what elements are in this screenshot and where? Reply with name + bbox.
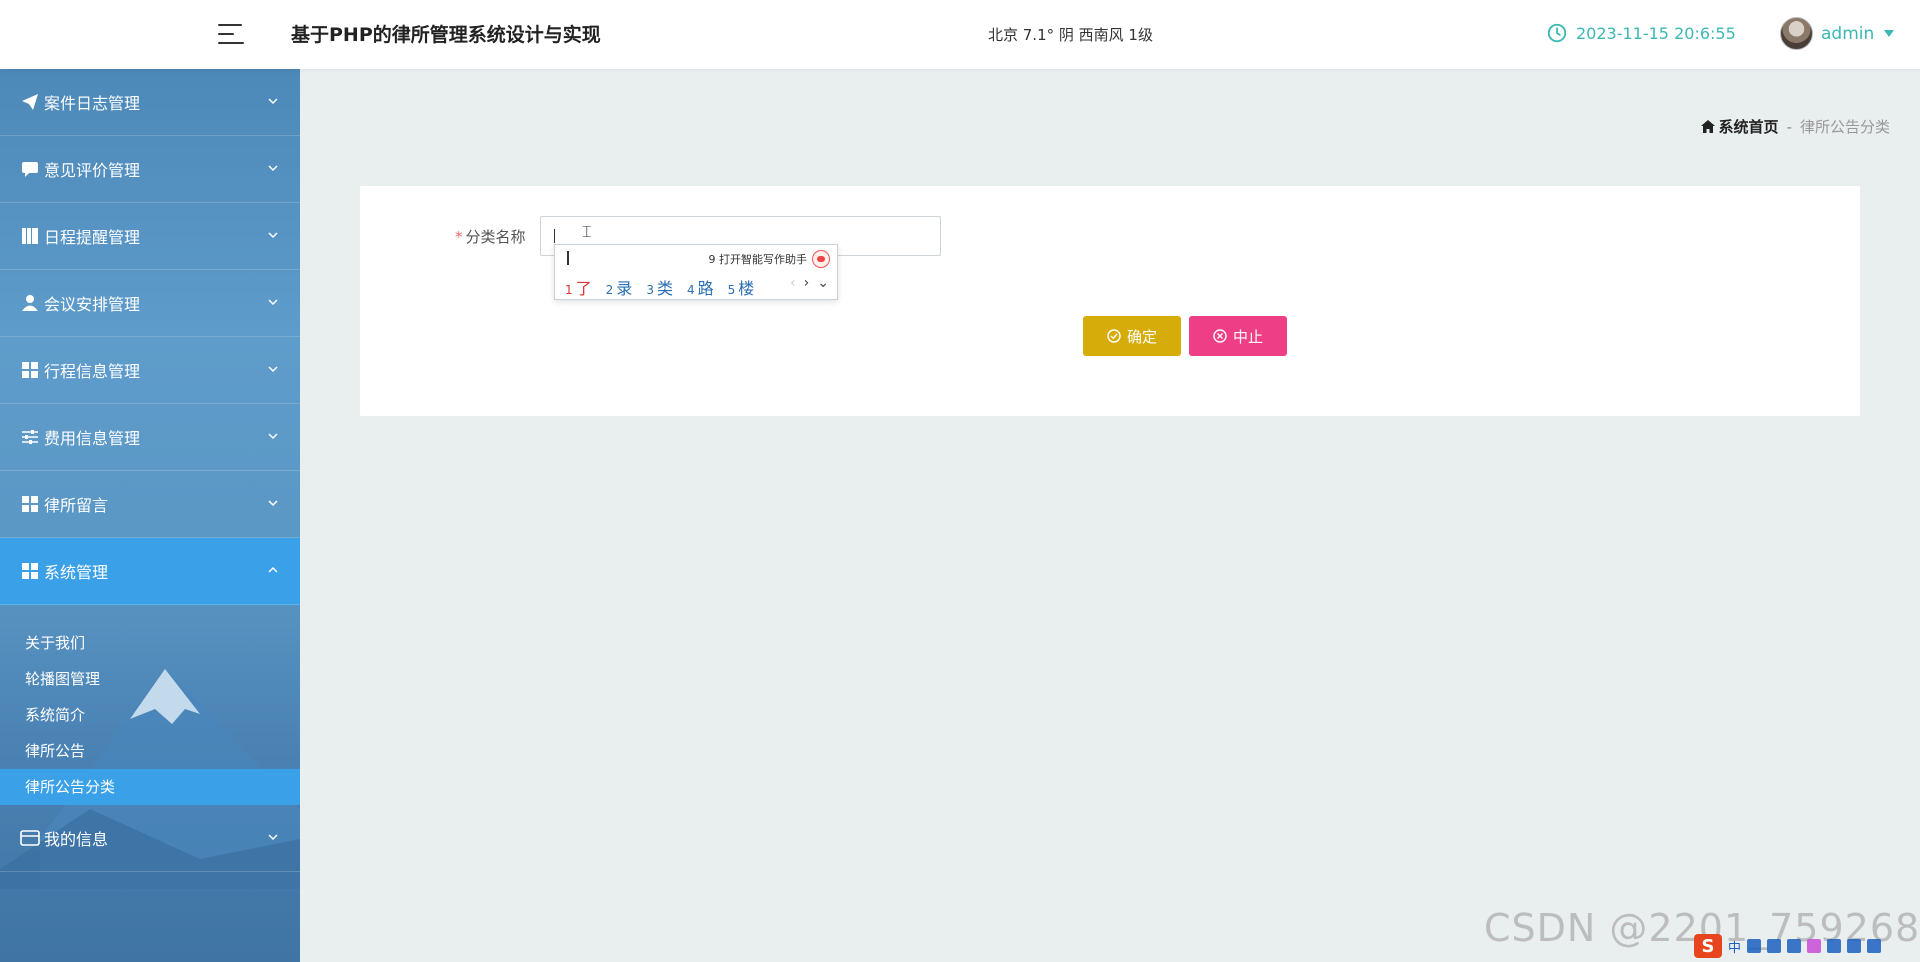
ime-expand-icon[interactable]: ⌄	[817, 275, 829, 291]
book-icon	[20, 226, 40, 246]
category-name-label: * 分类名称	[455, 226, 526, 247]
sidebar-item-expense[interactable]: 费用信息管理	[0, 404, 300, 471]
sidebar-item-messages[interactable]: 律所留言	[0, 471, 300, 538]
toolbox-icon[interactable]	[1847, 939, 1862, 953]
comment-icon	[20, 159, 40, 179]
ime-candidate[interactable]: 3类	[646, 275, 673, 299]
breadcrumb-home-label[interactable]: 系统首页	[1719, 116, 1779, 137]
clock: 2023-11-15 20:6:55	[1546, 22, 1736, 44]
ime-tray: S 中	[1694, 934, 1882, 958]
ibeam-cursor-icon: ⌶	[582, 222, 592, 241]
settings-icon[interactable]	[1867, 939, 1882, 953]
category-name-label-text: 分类名称	[465, 228, 526, 246]
weather-info: 北京 7.1° 阴 西南风 1级	[988, 26, 1153, 44]
sogou-logo-icon[interactable]: S	[1694, 934, 1722, 958]
submenu-item-notice[interactable]: 律所公告	[0, 733, 300, 769]
sidebar-item-case-log[interactable]: 案件日志管理	[0, 69, 300, 136]
form-card: * 分类名称 ⌶ 9 打开智能写作助手 1了 2录 3类 4路 5楼 ‹ › ⌄ …	[360, 186, 1860, 416]
ime-candidates: 1了 2录 3类 4路 5楼	[565, 275, 754, 299]
robot-icon[interactable]	[1827, 939, 1842, 953]
sidebar-item-label: 系统管理	[44, 563, 109, 582]
ime-assistant-icon[interactable]	[812, 250, 830, 268]
sidebar-item-my-info[interactable]: 我的信息	[0, 805, 300, 872]
breadcrumb-home[interactable]: 系统首页	[1700, 116, 1779, 137]
ime-nav: ‹ › ⌄	[790, 275, 829, 291]
confirm-button[interactable]: 确定	[1083, 316, 1181, 356]
breadcrumb-current: 律所公告分类	[1799, 118, 1890, 136]
sidebar-item-label: 律所留言	[44, 496, 109, 515]
ime-candidate[interactable]: 2录	[606, 275, 633, 299]
sidebar-item-schedule[interactable]: 日程提醒管理	[0, 203, 300, 270]
chevron-down-icon	[268, 98, 278, 105]
sidebar-item-label: 日程提醒管理	[44, 228, 141, 247]
submenu-item-notice-category[interactable]: 律所公告分类	[0, 769, 300, 805]
grid-icon	[20, 360, 40, 380]
ime-mode-indicator[interactable]: 中	[1728, 937, 1741, 956]
confirm-button-label: 确定	[1126, 328, 1157, 346]
grid-icon	[20, 494, 40, 514]
paper-plane-icon	[20, 92, 40, 112]
id-card-icon	[20, 828, 40, 848]
cancel-button[interactable]: 中止	[1189, 316, 1287, 356]
caret-down-icon[interactable]	[1884, 30, 1895, 37]
ime-writing-assistant[interactable]: 9 打开智能写作助手	[709, 251, 808, 267]
breadcrumb: 系统首页 - 律所公告分类	[1700, 116, 1890, 137]
ime-candidate[interactable]: 4路	[687, 275, 714, 299]
chevron-down-icon	[268, 299, 278, 306]
grid-icon	[20, 561, 40, 581]
submenu-item-intro[interactable]: 系统简介	[0, 697, 300, 733]
chevron-down-icon	[268, 366, 278, 373]
sidebar-item-system[interactable]: 系统管理	[0, 538, 300, 605]
datetime-text: 2023-11-15 20:6:55	[1576, 23, 1736, 43]
submenu-item-carousel[interactable]: 轮播图管理	[0, 661, 300, 697]
cancel-button-label: 中止	[1232, 328, 1263, 346]
chevron-down-icon	[268, 232, 278, 239]
ime-candidate[interactable]: 5楼	[728, 275, 755, 299]
sidebar-item-label: 我的信息	[44, 830, 109, 849]
avatar[interactable]	[1780, 17, 1813, 50]
clock-icon	[1547, 23, 1567, 43]
chevron-down-icon	[268, 834, 278, 841]
sidebar-item-label: 费用信息管理	[44, 429, 141, 448]
app-title: 基于PHP的律所管理系统设计与实现	[291, 24, 601, 46]
menu-toggle-icon[interactable]	[218, 22, 246, 46]
submenu-item-about[interactable]: 关于我们	[0, 625, 300, 661]
ime-prev-icon[interactable]: ‹	[790, 275, 796, 291]
close-circle-icon	[1213, 329, 1227, 343]
skin-icon[interactable]	[1807, 939, 1822, 953]
sidebar-item-itinerary[interactable]: 行程信息管理	[0, 337, 300, 404]
username[interactable]: admin	[1821, 24, 1874, 44]
required-mark: *	[455, 228, 463, 246]
ime-composition-caret	[567, 251, 569, 265]
sidebar-item-label: 意见评价管理	[44, 161, 141, 180]
top-header: 基于PHP的律所管理系统设计与实现 北京 7.1° 阴 西南风 1级 2023-…	[0, 0, 1920, 69]
sidebar: 案件日志管理 意见评价管理 日程提醒管理 会议安排管理 行程信息管理 费用信息管…	[0, 69, 300, 962]
ime-candidate[interactable]: 1了	[565, 275, 592, 299]
user-icon	[20, 293, 40, 313]
chevron-down-icon	[268, 165, 278, 172]
home-icon	[1700, 120, 1715, 133]
chevron-up-icon	[268, 566, 278, 573]
microphone-icon[interactable]	[1767, 939, 1782, 953]
sidebar-item-label: 案件日志管理	[44, 94, 141, 113]
sidebar-item-meeting[interactable]: 会议安排管理	[0, 270, 300, 337]
sidebar-item-label: 行程信息管理	[44, 362, 141, 381]
sidebar-item-label: 会议安排管理	[44, 295, 141, 314]
chevron-down-icon	[268, 433, 278, 440]
ime-composition-row: 9 打开智能写作助手	[555, 249, 837, 269]
ime-next-icon[interactable]: ›	[804, 275, 810, 291]
check-circle-icon	[1107, 329, 1121, 343]
breadcrumb-separator: -	[1786, 117, 1792, 136]
sidebar-item-feedback[interactable]: 意见评价管理	[0, 136, 300, 203]
chevron-down-icon	[268, 500, 278, 507]
ime-candidate-popup: 9 打开智能写作助手 1了 2录 3类 4路 5楼 ‹ › ⌄	[554, 244, 838, 300]
keyboard-icon[interactable]	[1787, 939, 1802, 953]
system-submenu: 关于我们 轮播图管理 系统简介 律所公告 律所公告分类	[0, 605, 300, 805]
user-menu[interactable]: admin	[1780, 17, 1895, 50]
sliders-icon	[20, 427, 40, 447]
punctuation-icon[interactable]	[1747, 939, 1762, 953]
text-caret	[554, 229, 555, 243]
